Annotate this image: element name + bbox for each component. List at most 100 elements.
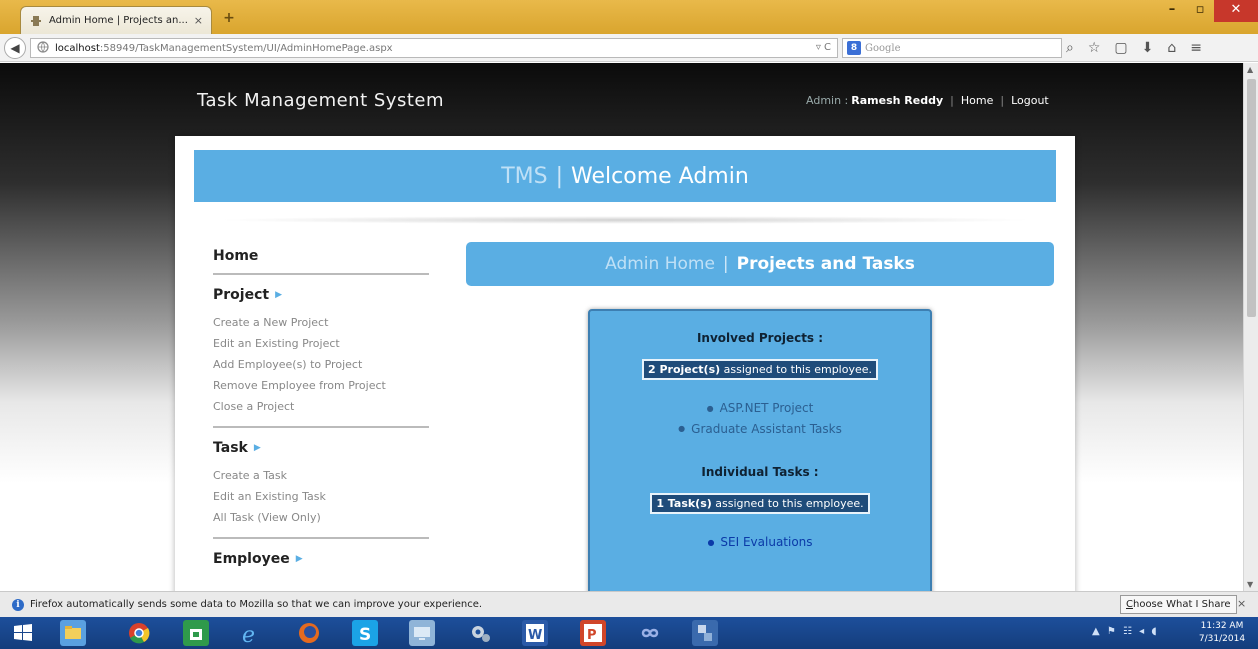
- project-name: ASP.NET Project: [719, 401, 814, 415]
- summary-panel: Involved Projects : 2 Project(s) assigne…: [588, 309, 932, 591]
- store-icon[interactable]: [183, 620, 209, 646]
- projects-heading: Involved Projects :: [696, 331, 824, 345]
- back-arrow-icon[interactable]: ◀: [4, 37, 26, 59]
- system-tray[interactable]: ▲ ⚑ ☷ ◂ ◖: [1092, 626, 1159, 637]
- windows-start-icon[interactable]: [10, 620, 36, 646]
- task-name: SEI Evaluations: [720, 535, 813, 549]
- internet-explorer-icon[interactable]: e: [238, 620, 264, 648]
- projects-count-suffix: assigned to this employee.: [720, 363, 872, 376]
- info-icon: i: [12, 598, 24, 611]
- svg-text:e: e: [242, 623, 255, 646]
- new-tab-icon[interactable]: +: [220, 9, 238, 27]
- url-host: localhost: [55, 42, 100, 54]
- tab-close-icon[interactable]: ×: [194, 14, 203, 27]
- url-bar[interactable]: localhost:58949/TaskManagementSystem/UI/…: [30, 38, 838, 58]
- welcome-banner: TMS | Welcome Admin: [194, 150, 1056, 202]
- tasks-count-suffix: assigned to this employee.: [711, 497, 864, 510]
- sidebar-heading-employee[interactable]: Employee ▶: [213, 551, 429, 567]
- button-accesskey: C: [1126, 599, 1133, 610]
- scroll-down-icon[interactable]: ▼: [1247, 580, 1253, 589]
- maximize-icon[interactable]: ▫: [1186, 0, 1214, 22]
- settings-icon[interactable]: [467, 620, 493, 646]
- nav-separator: |: [1000, 94, 1005, 107]
- tasks-count-badge: 1 Task(s) assigned to this employee.: [650, 493, 870, 514]
- triangle-right-icon: ▶: [295, 554, 303, 564]
- bullet-icon: ●: [678, 424, 686, 433]
- projects-count: 2 Project(s): [648, 363, 721, 376]
- search-bar[interactable]: 8 Google: [842, 38, 1062, 58]
- browser-tab[interactable]: Admin Home | Projects an... ×: [20, 6, 212, 34]
- sidebar-link[interactable]: Close a Project: [213, 396, 429, 417]
- scrollbar-thumb[interactable]: [1247, 79, 1256, 317]
- tab-title: Admin Home | Projects an...: [49, 15, 188, 26]
- minimize-icon[interactable]: –: [1158, 0, 1186, 22]
- nav-home-link[interactable]: Home: [961, 94, 993, 107]
- clipboard-icon[interactable]: ▢: [1114, 40, 1127, 56]
- banner-shadow: [215, 216, 1035, 224]
- star-icon[interactable]: ☆: [1088, 40, 1101, 56]
- content-card: TMS | Welcome Admin Home Project ▶ Creat…: [175, 136, 1075, 591]
- project-name: Graduate Assistant Tasks: [691, 421, 842, 436]
- clock[interactable]: 11:32 AM 7/31/2014: [1192, 620, 1252, 646]
- url-path: :58949/TaskManagementSystem/UI/AdminHome…: [99, 42, 393, 54]
- tasks-heading: Individual Tasks :: [701, 465, 819, 479]
- powerpoint-icon[interactable]: P: [580, 620, 606, 646]
- list-item[interactable]: ● SEI Evaluations: [707, 532, 812, 553]
- skype-icon[interactable]: S: [352, 620, 378, 646]
- network-tool-icon[interactable]: [692, 620, 718, 646]
- banner-separator: |: [555, 163, 564, 189]
- list-item[interactable]: ● ASP.NET Project: [707, 398, 814, 419]
- svg-text:W: W: [528, 628, 542, 643]
- project-links: Create a New Project Edit an Existing Pr…: [213, 312, 429, 417]
- url-text: localhost:58949/TaskManagementSystem/UI/…: [55, 43, 393, 54]
- list-item[interactable]: ● Graduate Assistant Tasks: [678, 419, 842, 440]
- section-banner-prefix: Admin Home: [605, 254, 715, 274]
- bullet-icon: ●: [707, 537, 715, 547]
- sidebar-heading-project[interactable]: Project ▶: [213, 287, 429, 303]
- download-icon[interactable]: ⬇: [1142, 40, 1154, 56]
- sidebar-link[interactable]: Add Employee(s) to Project: [213, 354, 429, 375]
- banner-title: Welcome Admin: [571, 163, 749, 189]
- triangle-right-icon: ▶: [253, 443, 261, 453]
- reload-icon[interactable]: ▿ C: [816, 42, 831, 53]
- search-icon[interactable]: ⌕: [1066, 40, 1074, 56]
- home-icon[interactable]: ⌂: [1167, 40, 1176, 56]
- sidebar-heading-label: Project: [213, 287, 270, 303]
- projects-count-badge: 2 Project(s) assigned to this employee.: [642, 359, 878, 380]
- sidebar-heading-task[interactable]: Task ▶: [213, 440, 429, 456]
- nav-logout-link[interactable]: Logout: [1011, 94, 1049, 107]
- identity-lock-icon[interactable]: [37, 40, 49, 56]
- infinity-app-icon[interactable]: [637, 620, 663, 646]
- sidebar-divider: [213, 537, 429, 539]
- menu-icon[interactable]: ≡: [1190, 40, 1202, 56]
- file-explorer-icon[interactable]: [60, 620, 86, 646]
- google-logo-icon[interactable]: 8: [847, 41, 861, 55]
- nav-separator: |: [950, 94, 954, 107]
- clock-time: 11:32 AM: [1200, 621, 1244, 631]
- sidebar-link[interactable]: All Task (View Only): [213, 507, 429, 528]
- sidebar-heading-label: Task: [213, 440, 248, 456]
- choose-what-i-share-button[interactable]: Choose What I Share: [1120, 595, 1237, 614]
- sidebar-home-link[interactable]: Home: [213, 248, 429, 275]
- sidebar-link[interactable]: Create a Task: [213, 465, 429, 486]
- sidebar-link[interactable]: Edit an Existing Project: [213, 333, 429, 354]
- close-icon[interactable]: ✕: [1214, 0, 1258, 22]
- section-banner-title: Projects and Tasks: [736, 254, 915, 274]
- sidebar-divider: [213, 426, 429, 428]
- bullet-icon: ●: [706, 403, 714, 413]
- word-icon[interactable]: W: [522, 620, 548, 646]
- chrome-icon[interactable]: [126, 620, 152, 646]
- role-label: Admin :: [806, 94, 849, 107]
- scroll-up-icon[interactable]: ▲: [1247, 65, 1253, 74]
- web-page: Task Management System Admin : Ramesh Re…: [0, 63, 1243, 591]
- firefox-icon[interactable]: [296, 620, 322, 646]
- sidebar-link[interactable]: Edit an Existing Task: [213, 486, 429, 507]
- vertical-scrollbar[interactable]: ▲ ▼: [1243, 63, 1258, 591]
- remote-desktop-icon[interactable]: [409, 620, 435, 646]
- sidebar-link[interactable]: Remove Employee from Project: [213, 375, 429, 396]
- notification-close-icon[interactable]: ×: [1237, 597, 1246, 610]
- svg-text:S: S: [359, 625, 371, 645]
- sidebar-heading-label: Employee: [213, 551, 290, 567]
- sidebar-link[interactable]: Create a New Project: [213, 312, 429, 333]
- project-list: ● ASP.NET Project ● Graduate Assistant Tas…: [678, 398, 842, 439]
